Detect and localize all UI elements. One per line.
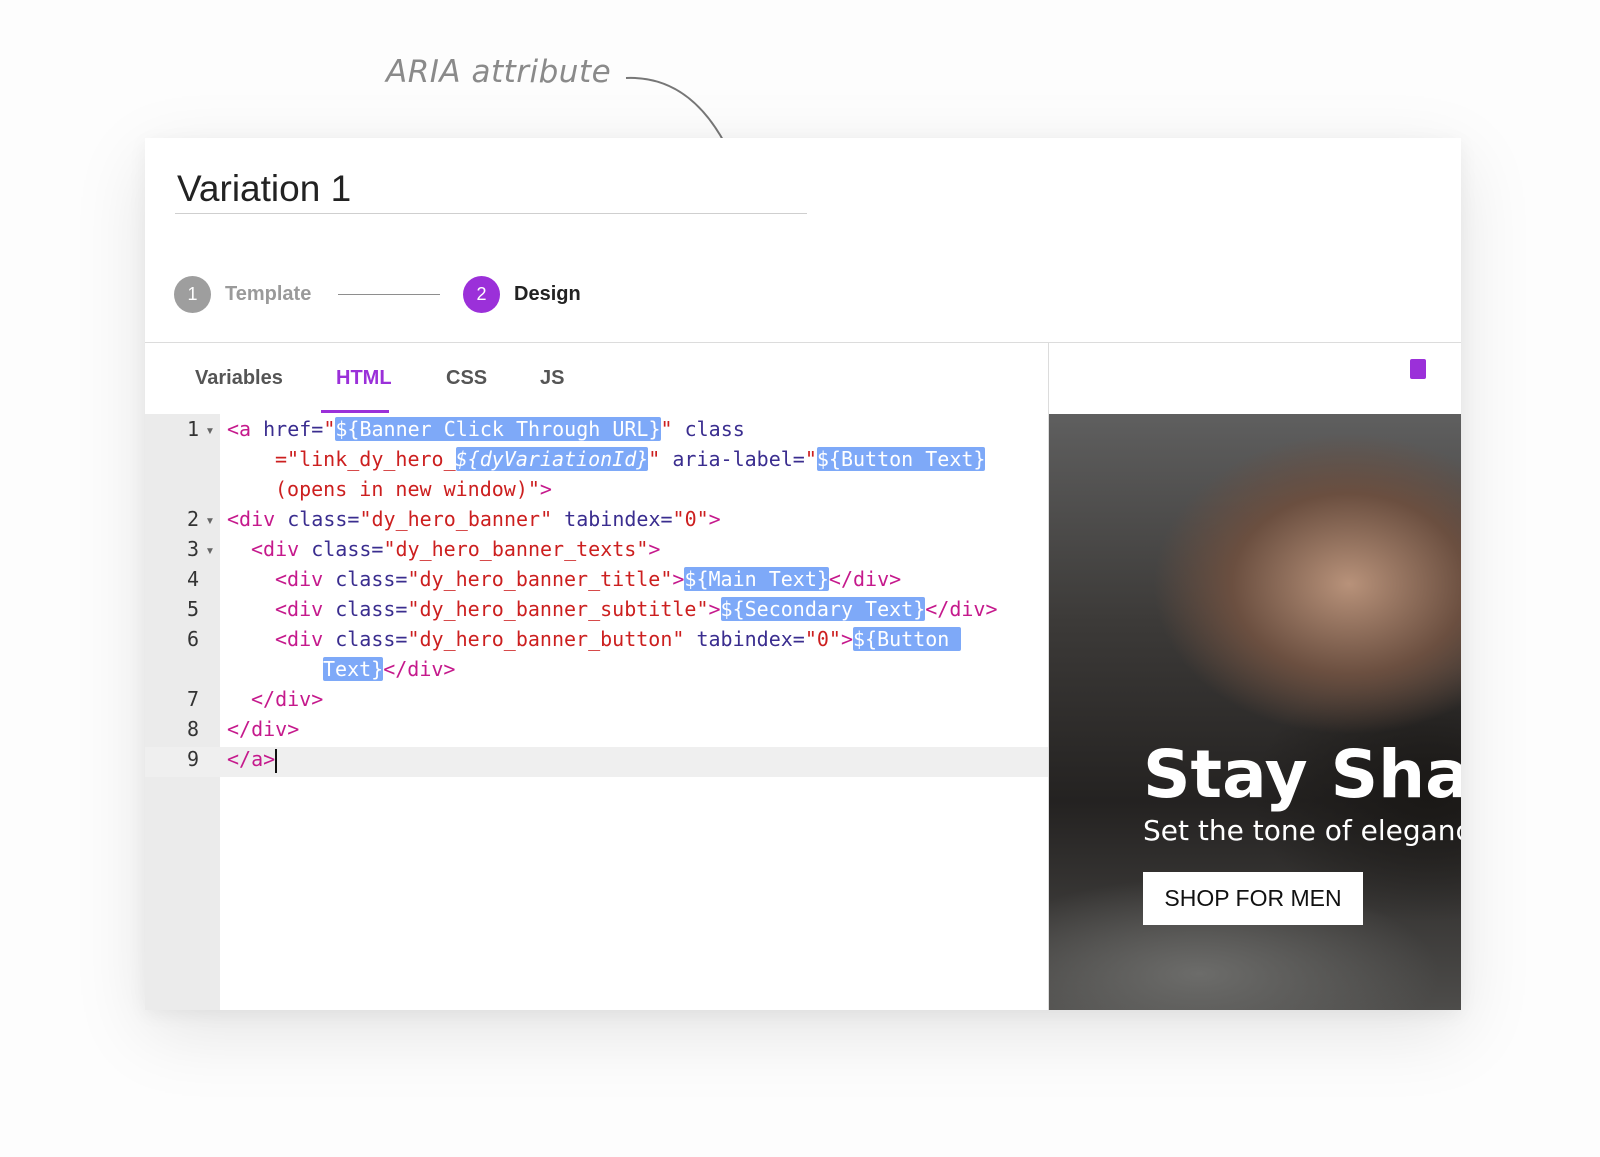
variable-highlight: ${Main Text} [684, 567, 829, 591]
code-line-4: <div class="dy_hero_banner_title">${Main… [275, 567, 901, 591]
step-label: Design [514, 283, 581, 305]
aria-annotation-label: ARIA attribute [386, 54, 612, 90]
code-token: <div [251, 537, 300, 561]
code-line-7: </div> [251, 687, 323, 711]
tab-css[interactable]: CSS [446, 367, 487, 390]
fold-toggle-icon[interactable]: ▼ [205, 426, 215, 437]
title-divider [175, 213, 807, 214]
code-token: </div> [383, 657, 456, 681]
variable-highlight: ${Button [853, 627, 962, 651]
code-token: > [539, 477, 552, 501]
step-template[interactable]: 1 Template [174, 276, 311, 313]
line-number: 6 [186, 627, 199, 651]
code-token: </div> [251, 687, 324, 711]
preview-toolbar [1049, 343, 1461, 414]
line-number: 2 [186, 507, 199, 531]
tab-variables[interactable]: Variables [195, 367, 283, 390]
code-token: class= [323, 597, 408, 621]
code-token: " [323, 417, 336, 441]
code-token: class= [323, 627, 408, 651]
code-token: (opens in new window)" [275, 477, 540, 501]
banner-preview: Stay Sharp Set the tone of elegance SHOP… [1049, 414, 1461, 1010]
code-token: class= [323, 567, 408, 591]
step-number-badge: 2 [463, 276, 500, 313]
code-token: "dy_hero_banner_texts" [383, 537, 649, 561]
code-token: > [648, 537, 661, 561]
banner-main-text: Stay Sharp [1143, 736, 1461, 813]
code-token: <div [275, 597, 324, 621]
code-token: " [804, 447, 817, 471]
code-token: > [840, 627, 854, 651]
tab-js[interactable]: JS [540, 367, 564, 390]
code-line-6b: Text}</div> [323, 657, 455, 681]
code-token: tabindex= [552, 507, 673, 531]
code-token: </div> [227, 717, 300, 741]
code-token: > [672, 567, 685, 591]
editor-window: Variation 1 1 Template 2 Design Variable… [145, 138, 1461, 1010]
code-token: tabindex= [684, 627, 805, 651]
code-token: "dy_hero_banner" [359, 507, 553, 531]
code-line-2: <div class="dy_hero_banner" tabindex="0"… [227, 507, 721, 531]
code-token: aria-label= [660, 447, 805, 471]
code-token: "dy_hero_banner_title" [407, 567, 673, 591]
step-number-badge: 1 [174, 276, 211, 313]
code-token: <a [227, 417, 252, 441]
variable-highlight: ${Banner Click Through URL} [335, 417, 661, 441]
code-token: "0" [804, 627, 841, 651]
line-number: 1 [186, 417, 199, 441]
code-line-9: </a> [227, 747, 278, 773]
variable-highlight: ${Button Text} [816, 447, 986, 471]
code-token: <div [275, 567, 324, 591]
preview-device-icon[interactable] [1410, 359, 1426, 379]
shop-for-men-button[interactable]: SHOP FOR MEN [1143, 872, 1363, 925]
code-token: </div> [828, 567, 902, 591]
variable-highlight: Text} [323, 657, 384, 681]
line-gutter [145, 414, 220, 1010]
line-number: 9 [186, 747, 199, 771]
code-token: <div [227, 507, 276, 531]
code-line-6a: <div class="dy_hero_banner_button" tabin… [275, 627, 962, 651]
code-token: <div [275, 627, 324, 651]
tab-html[interactable]: HTML [336, 367, 392, 390]
code-token: "0" [672, 507, 709, 531]
text-cursor [275, 748, 278, 773]
fold-toggle-icon[interactable]: ▼ [205, 546, 215, 557]
page-title: Variation 1 [177, 168, 352, 209]
step-design[interactable]: 2 Design [463, 276, 581, 313]
active-tab-indicator [321, 410, 389, 413]
line-number: 7 [186, 687, 199, 711]
code-token: > [708, 597, 721, 621]
active-line-highlight [145, 747, 1048, 777]
code-token: ="link_dy_hero_ [275, 447, 456, 471]
line-number: 5 [186, 597, 199, 621]
code-token: class= [299, 537, 384, 561]
code-token: " [648, 447, 661, 471]
code-line-1b: ="link_dy_hero_${dyVariationId}" aria-la… [275, 447, 986, 471]
code-tabs: Variables HTML CSS JS [145, 343, 1048, 414]
step-connector [338, 294, 440, 295]
code-token: </a> [227, 747, 276, 771]
code-line-5: <div class="dy_hero_banner_subtitle">${S… [275, 597, 998, 621]
line-number: 3 [186, 537, 199, 561]
variable-highlight: ${Secondary Text} [720, 597, 926, 621]
code-token: class [672, 417, 745, 441]
code-token: "dy_hero_banner_button" [407, 627, 685, 651]
line-number: 8 [186, 717, 199, 741]
line-number: 4 [186, 567, 199, 591]
step-label: Template [225, 283, 312, 305]
code-line-3: <div class="dy_hero_banner_texts"> [251, 537, 660, 561]
code-editor[interactable]: 1 2 3 4 5 6 7 8 9 ▼ ▼ ▼ <a href="${Banne… [145, 414, 1048, 1010]
code-line-8: </div> [227, 717, 299, 741]
code-token: href= [251, 417, 324, 441]
variable-highlight: ${dyVariationId} [455, 447, 649, 471]
code-token: class= [275, 507, 360, 531]
code-token: "dy_hero_banner_subtitle" [407, 597, 709, 621]
code-token: " [660, 417, 673, 441]
code-line-1c: (opens in new window)"> [275, 477, 552, 501]
code-line-1a: <a href="${Banner Click Through URL}" cl… [227, 417, 745, 441]
code-token: > [708, 507, 721, 531]
fold-toggle-icon[interactable]: ▼ [205, 516, 215, 527]
banner-secondary-text: Set the tone of elegance [1143, 814, 1461, 847]
code-token: </div> [925, 597, 998, 621]
